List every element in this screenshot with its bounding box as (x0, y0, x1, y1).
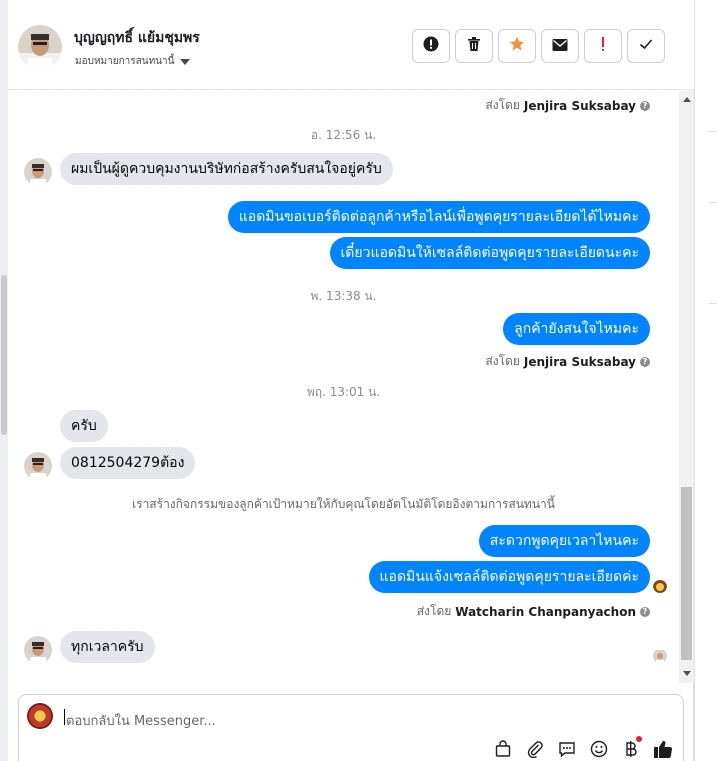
check-icon (638, 36, 654, 56)
payment-baht-icon[interactable] (621, 736, 642, 759)
scroll-up-arrow-icon[interactable] (683, 97, 691, 102)
delete-button[interactable] (455, 29, 493, 63)
outgoing-message[interactable]: ลูกค้ายังสนใจไหมคะ (503, 313, 650, 345)
incoming-message[interactable]: ทุกเวลาครับ (60, 631, 155, 663)
conversation-header: บุญญฤทธิ์ แย้มชุมพร มอบหมายการสนทนานี้ (8, 0, 694, 90)
mark-done-button[interactable] (627, 29, 665, 63)
left-scrollbar[interactable] (0, 0, 8, 761)
assign-label: มอบหมายการสนทนานี้ (75, 56, 175, 67)
mark-unread-button[interactable] (541, 29, 579, 63)
reply-input[interactable]: ตอบกลับใน Messenger... (66, 710, 216, 731)
scrollbar-thumb[interactable] (681, 487, 692, 660)
timestamp: พ. 13:38 น. (310, 289, 377, 303)
sent-by-label: ส่งโดย Jenjira Suksabay ? (485, 96, 650, 115)
text-cursor (64, 709, 65, 725)
star-button[interactable] (498, 29, 536, 63)
emoji-icon[interactable] (589, 739, 609, 759)
divider (709, 202, 717, 203)
incoming-message[interactable]: ผมเป็นผู้ดูควบคุมงานบริษัทก่อสร้างครับสน… (60, 153, 393, 185)
follow-up-button[interactable] (584, 29, 622, 63)
right-side-panel-edge (694, 0, 717, 761)
star-icon (509, 36, 525, 56)
outgoing-message[interactable]: เดี๋ยวแอดมินให้เซลล์ติดต่อพูดคุยรายละเอี… (329, 237, 650, 269)
sent-by-prefix: ส่งโดย (416, 604, 452, 618)
outgoing-message[interactable]: แอดมินขอเบอร์ติดต่อลูกค้าหรือไลน์เพื่อพู… (227, 201, 650, 233)
incoming-message[interactable]: 0812504279ต้อง (60, 447, 196, 479)
customer-avatar-small (24, 636, 52, 664)
like-thumbs-up-icon[interactable] (653, 739, 673, 759)
caret-down-icon (180, 58, 191, 65)
outgoing-message[interactable]: แอดมินแจ้งเซลล์ติดต่อพูดคุยรายละเอียดค่ะ (368, 561, 650, 593)
incoming-message[interactable]: ครับ (60, 410, 108, 442)
trash-icon (466, 36, 482, 56)
divider (709, 131, 717, 132)
info-icon[interactable]: ? (640, 356, 650, 367)
customer-avatar-small (24, 452, 52, 480)
message-scrollbar[interactable] (679, 91, 694, 683)
system-note: เราสร้างกิจกรรมของลูกค้าเป้าหมายให้กับคุ… (132, 497, 555, 511)
assign-conversation-dropdown[interactable]: มอบหมายการสนทนานี้ (75, 54, 191, 69)
left-scrollbar-thumb[interactable] (1, 275, 7, 435)
agent-name: Watcharin Chanpanyachon (455, 604, 636, 619)
saved-replies-icon[interactable] (557, 739, 577, 759)
sent-by-label: ส่งโดย Jenjira Suksabay ? (485, 352, 650, 371)
sent-by-label: ส่งโดย Watcharin Chanpanyachon ? (417, 602, 650, 621)
info-icon[interactable]: ? (640, 100, 650, 111)
notification-dot (636, 736, 642, 742)
page-avatar (27, 703, 53, 729)
reply-composer[interactable]: ตอบกลับใน Messenger... (18, 694, 684, 761)
attachment-icon[interactable] (525, 739, 545, 759)
conversation-panel: บุญญฤทธิ์ แย้มชุมพร มอบหมายการสนทนานี้ ส… (8, 0, 694, 761)
composer-toolbar (493, 736, 673, 759)
timestamp: พฤ. 13:01 น. (306, 385, 381, 399)
customer-name[interactable]: บุญญฤทธิ์ แย้มชุมพร (74, 27, 200, 49)
divider (709, 303, 717, 304)
alert-circle-icon (423, 36, 439, 56)
shop-bag-icon[interactable] (493, 739, 513, 759)
mark-spam-button[interactable] (412, 29, 450, 63)
customer-avatar-small (24, 158, 52, 186)
timestamp: อ. 12:56 น. (310, 128, 377, 142)
agent-name: Jenjira Suksabay (523, 354, 636, 369)
exclamation-icon (600, 36, 606, 56)
sent-by-prefix: ส่งโดย (485, 354, 520, 368)
envelope-icon (552, 37, 568, 56)
customer-avatar[interactable] (18, 25, 62, 69)
customer-seen-avatar (653, 649, 667, 663)
sent-by-prefix: ส่งโดย (485, 98, 520, 112)
agent-seen-avatar (653, 579, 667, 593)
message-list[interactable]: ส่งโดย Jenjira Suksabay ? อ. 12:56 น. ผม… (8, 91, 694, 683)
agent-name: Jenjira Suksabay (523, 98, 636, 113)
outgoing-message[interactable]: สะดวกพูดคุยเวลาไหนคะ (478, 525, 650, 557)
info-icon[interactable]: ? (640, 606, 650, 617)
scroll-down-arrow-icon[interactable] (683, 671, 691, 676)
